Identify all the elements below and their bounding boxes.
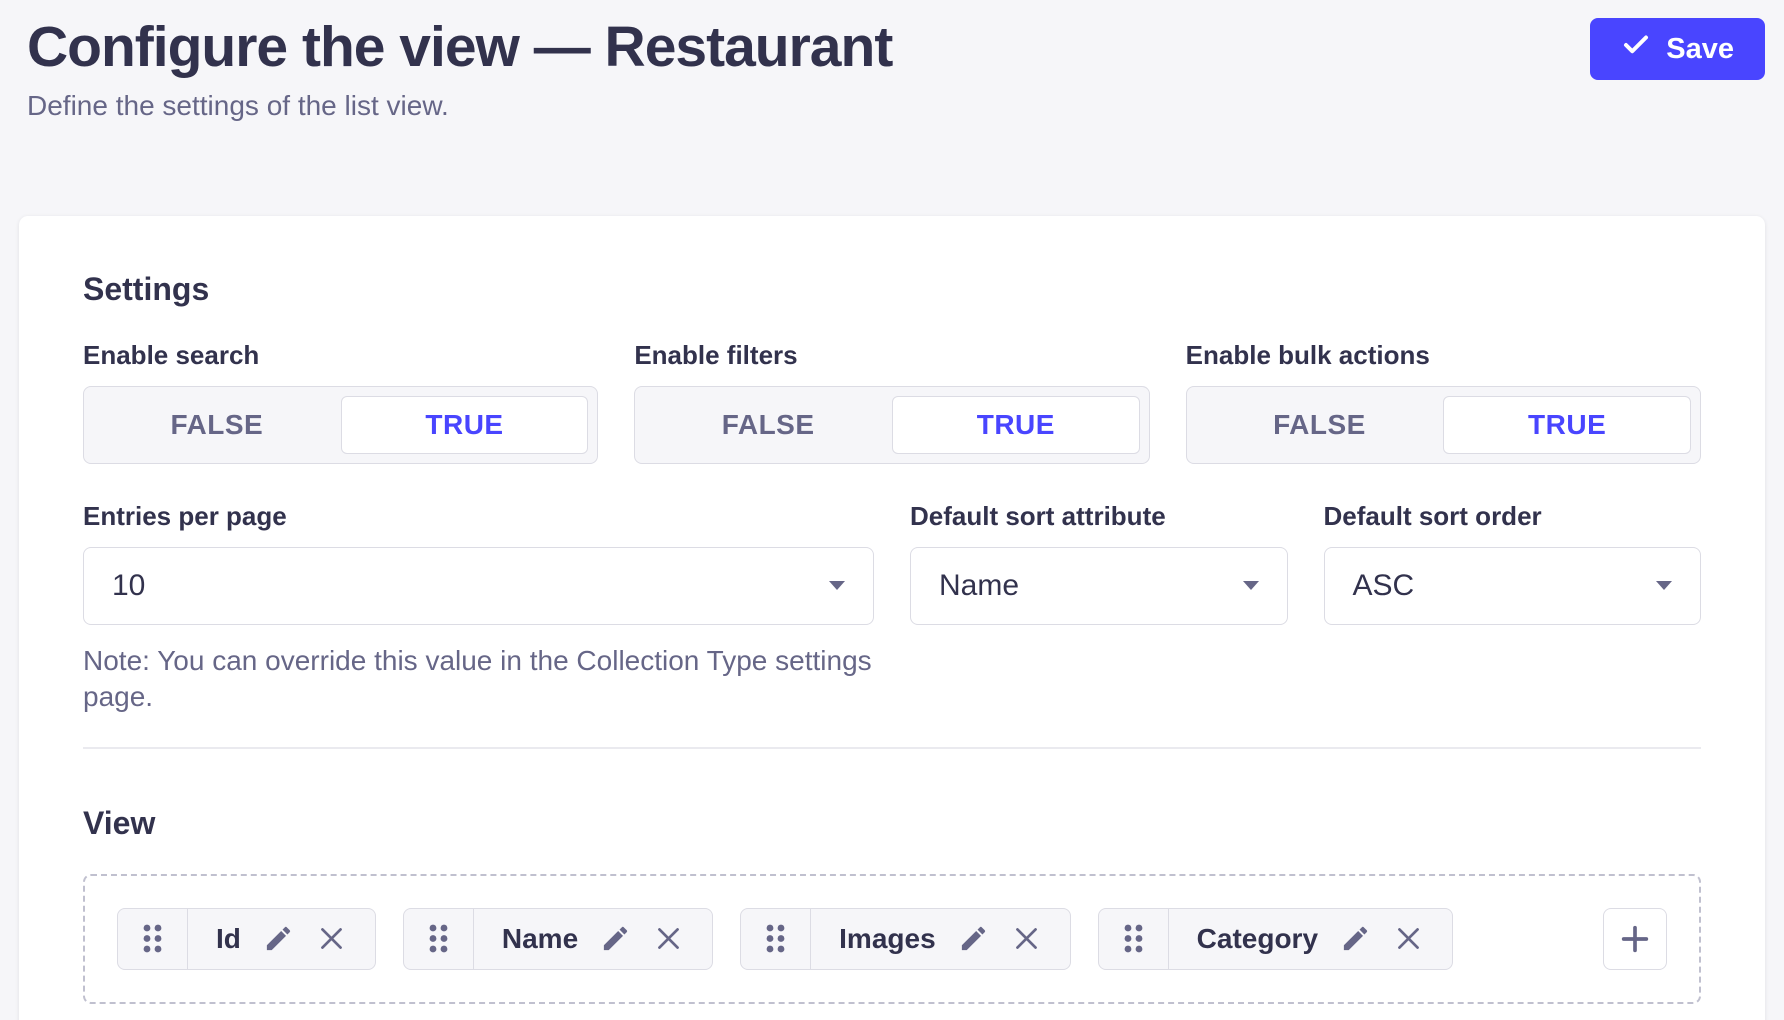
close-icon xyxy=(653,923,684,954)
chevron-down-icon xyxy=(829,581,845,590)
field-chip-images: Images xyxy=(740,908,1071,970)
field-chip-label: Category xyxy=(1197,923,1318,955)
entries-per-page-field: Entries per page 10 Note: You can overri… xyxy=(83,501,874,715)
enable-bulk-actions-field: Enable bulk actions FALSE TRUE xyxy=(1186,340,1701,464)
default-sort-order-value: ASC xyxy=(1353,569,1415,603)
edit-field-button[interactable] xyxy=(263,923,294,954)
section-divider xyxy=(83,747,1701,749)
field-chip-label: Images xyxy=(839,923,936,955)
remove-field-button[interactable] xyxy=(1393,923,1424,954)
default-sort-attribute-value: Name xyxy=(939,569,1019,603)
enable-filters-label: Enable filters xyxy=(634,340,1149,371)
field-chip-label: Name xyxy=(502,923,578,955)
close-icon xyxy=(1011,923,1042,954)
enable-search-toggle: FALSE TRUE xyxy=(83,386,598,464)
field-chip-name: Name xyxy=(403,908,713,970)
default-sort-attribute-select[interactable]: Name xyxy=(910,547,1288,625)
drag-handle-icon xyxy=(1122,922,1145,955)
enable-filters-true-option[interactable]: TRUE xyxy=(892,396,1140,454)
view-fields-dropzone: Id Name xyxy=(83,874,1701,1004)
entries-per-page-select[interactable]: 10 xyxy=(83,547,874,625)
enable-search-true-option[interactable]: TRUE xyxy=(341,396,589,454)
enable-bulk-actions-label: Enable bulk actions xyxy=(1186,340,1701,371)
page-header: Configure the view — Restaurant Define t… xyxy=(0,0,1784,122)
chevron-down-icon xyxy=(1243,581,1259,590)
remove-field-button[interactable] xyxy=(316,923,347,954)
enable-search-field: Enable search FALSE TRUE xyxy=(83,340,598,464)
page-subtitle: Define the settings of the list view. xyxy=(27,90,1765,122)
drag-handle-icon xyxy=(427,922,450,955)
enable-bulk-actions-false-option[interactable]: FALSE xyxy=(1196,396,1444,454)
page-title: Configure the view — Restaurant xyxy=(27,16,1765,80)
drag-handle[interactable] xyxy=(741,909,811,969)
close-icon xyxy=(1393,923,1424,954)
pencil-icon xyxy=(263,923,294,954)
field-chip-label: Id xyxy=(216,923,241,955)
drag-handle[interactable] xyxy=(118,909,188,969)
enable-bulk-actions-true-option[interactable]: TRUE xyxy=(1443,396,1691,454)
default-sort-order-label: Default sort order xyxy=(1324,501,1702,532)
remove-field-button[interactable] xyxy=(1011,923,1042,954)
edit-field-button[interactable] xyxy=(958,923,989,954)
check-icon xyxy=(1621,30,1651,68)
default-sort-order-select[interactable]: ASC xyxy=(1324,547,1702,625)
save-button-label: Save xyxy=(1666,33,1734,66)
selects-row: Entries per page 10 Note: You can overri… xyxy=(83,501,1701,715)
drag-handle-icon xyxy=(764,922,787,955)
edit-field-button[interactable] xyxy=(1340,923,1371,954)
entries-per-page-note: Note: You can override this value in the… xyxy=(83,643,874,715)
default-sort-attribute-field: Default sort attribute Name xyxy=(910,501,1288,715)
add-field-button[interactable] xyxy=(1603,908,1667,970)
field-chip-id: Id xyxy=(117,908,376,970)
entries-per-page-label: Entries per page xyxy=(83,501,874,532)
drag-handle-icon xyxy=(141,922,164,955)
view-section-heading: View xyxy=(83,805,1701,842)
drag-handle[interactable] xyxy=(404,909,474,969)
settings-card: Settings Enable search FALSE TRUE Enable… xyxy=(19,216,1765,1020)
field-chip-category: Category xyxy=(1098,908,1453,970)
chevron-down-icon xyxy=(1656,581,1672,590)
enable-search-label: Enable search xyxy=(83,340,598,371)
enable-filters-field: Enable filters FALSE TRUE xyxy=(634,340,1149,464)
enable-filters-false-option[interactable]: FALSE xyxy=(644,396,892,454)
enable-search-false-option[interactable]: FALSE xyxy=(93,396,341,454)
close-icon xyxy=(316,923,347,954)
pencil-icon xyxy=(958,923,989,954)
enable-bulk-actions-toggle: FALSE TRUE xyxy=(1186,386,1701,464)
toggles-row: Enable search FALSE TRUE Enable filters … xyxy=(83,340,1701,464)
enable-filters-toggle: FALSE TRUE xyxy=(634,386,1149,464)
default-sort-order-field: Default sort order ASC xyxy=(1324,501,1702,715)
edit-field-button[interactable] xyxy=(600,923,631,954)
entries-per-page-value: 10 xyxy=(112,569,145,603)
pencil-icon xyxy=(600,923,631,954)
remove-field-button[interactable] xyxy=(653,923,684,954)
default-sort-attribute-label: Default sort attribute xyxy=(910,501,1288,532)
settings-section-heading: Settings xyxy=(83,271,1701,308)
pencil-icon xyxy=(1340,923,1371,954)
save-button[interactable]: Save xyxy=(1590,18,1765,80)
plus-icon xyxy=(1618,922,1652,956)
drag-handle[interactable] xyxy=(1099,909,1169,969)
